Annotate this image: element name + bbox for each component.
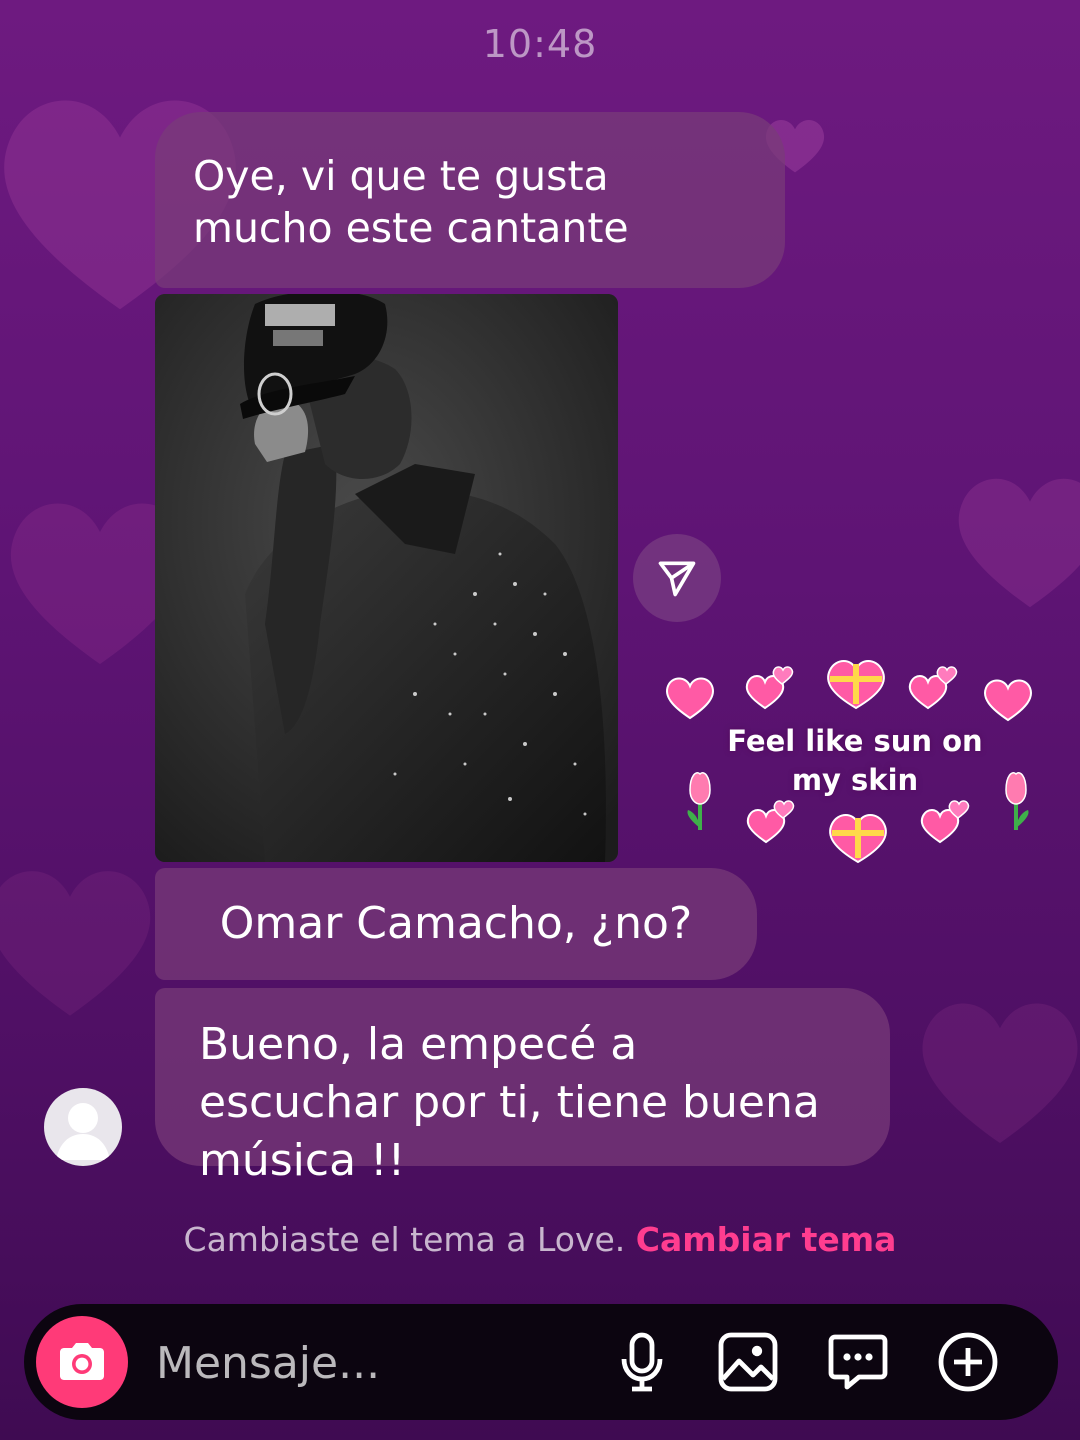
more-options-button[interactable]	[936, 1330, 1000, 1394]
two-hearts-icon	[746, 800, 795, 844]
message-composer	[24, 1304, 1058, 1420]
microphone-icon	[621, 1332, 663, 1392]
plus-circle-icon	[938, 1332, 998, 1392]
two-hearts-icon	[920, 800, 970, 844]
camera-button[interactable]	[36, 1316, 128, 1408]
heart-icon	[984, 679, 1032, 722]
message-timestamp: 10:48	[482, 22, 598, 66]
theme-change-notice: Cambiaste el tema a Love. Cambiar tema	[0, 1220, 1080, 1259]
background-heart-icon	[922, 1003, 1078, 1144]
message-input[interactable]	[154, 1332, 578, 1394]
received-message[interactable]: Oye, vi que te gusta mucho este cantante	[155, 112, 785, 288]
two-hearts-icon	[908, 666, 958, 710]
received-message[interactable]: Bueno, la empecé a escuchar por ti, tien…	[155, 988, 890, 1186]
singer-photo-image	[155, 294, 618, 862]
change-theme-link[interactable]: Cambiar tema	[636, 1220, 897, 1259]
background-heart-icon	[958, 478, 1080, 608]
paper-plane-icon	[658, 561, 696, 597]
two-hearts-icon	[745, 666, 794, 710]
avatar-placeholder-icon	[56, 1103, 110, 1160]
gallery-button[interactable]	[716, 1330, 780, 1394]
share-button[interactable]	[633, 534, 721, 622]
shared-photo[interactable]	[155, 294, 618, 862]
heart-with-ribbon-icon	[827, 660, 885, 710]
camera-icon	[60, 1343, 104, 1380]
heart-with-ribbon-icon	[829, 814, 887, 864]
chat-screen: 10:48 Oye, vi que te gusta mucho este ca…	[0, 0, 1080, 1440]
chat-sticker-icon	[828, 1334, 888, 1390]
received-message[interactable]: Omar Camacho, ¿no?	[155, 868, 757, 980]
heart-icon	[666, 677, 714, 720]
sender-avatar[interactable]	[44, 1088, 122, 1166]
sticker-button[interactable]	[826, 1330, 890, 1394]
theme-change-text: Cambiaste el tema a Love.	[183, 1220, 626, 1259]
background-heart-icon	[0, 871, 151, 1016]
image-icon	[718, 1332, 778, 1392]
sticker-caption: Feel like sun on my skin	[727, 724, 983, 797]
microphone-button[interactable]	[610, 1330, 674, 1394]
